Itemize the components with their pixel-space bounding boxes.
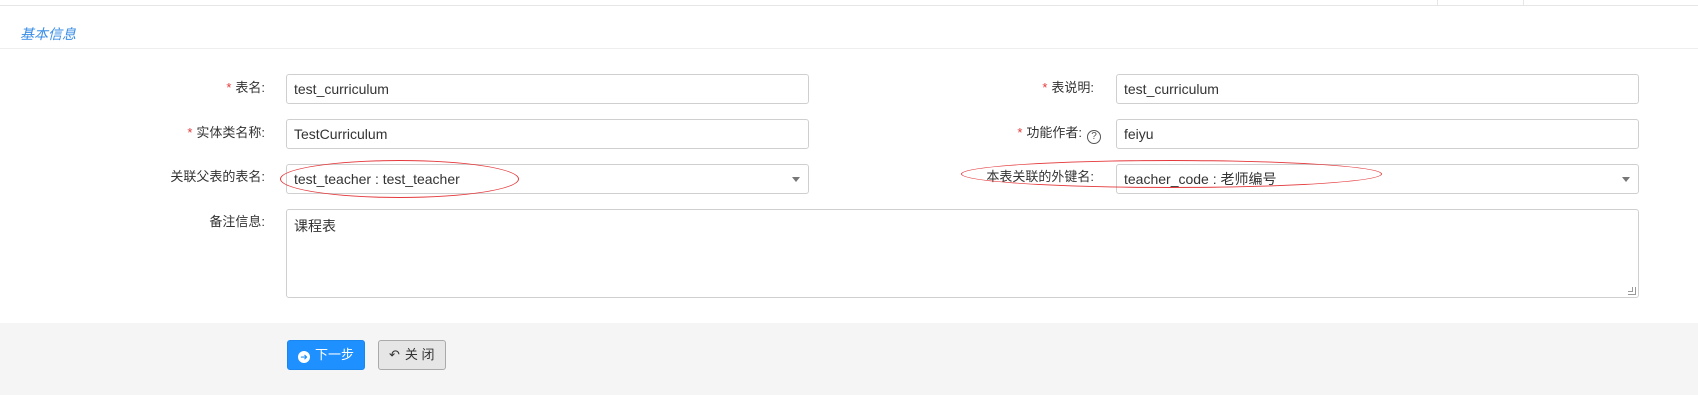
parent-table-selected-value: test_teacher : test_teacher <box>294 171 460 187</box>
author-label: * 功能作者:? <box>871 124 1101 144</box>
resize-grip-icon[interactable] <box>1628 287 1636 295</box>
form-footer: ➜ 下一步 ↶ 关 闭 <box>0 323 1698 395</box>
caret-down-icon <box>792 177 800 182</box>
entity-name-input[interactable]: TestCurriculum <box>286 119 809 149</box>
table-name-label: * 表名: <box>226 80 265 95</box>
close-button[interactable]: ↶ 关 闭 <box>378 340 446 370</box>
table-desc-input[interactable]: test_curriculum <box>1116 74 1639 104</box>
reply-arrow-icon: ↶ <box>389 347 400 362</box>
parent-table-select[interactable]: test_teacher : test_teacher <box>286 164 809 194</box>
close-label: 关 闭 <box>404 347 435 362</box>
remarks-label: 备注信息: <box>209 214 265 229</box>
top-tab-strip <box>0 0 1698 6</box>
parent-table-label: 关联父表的表名: <box>170 169 265 184</box>
table-name-input[interactable]: test_curriculum <box>286 74 809 104</box>
entity-name-label: * 实体类名称: <box>187 125 265 140</box>
remarks-text: 课程表 <box>294 218 336 234</box>
required-marker: * <box>226 80 232 95</box>
author-input[interactable]: feiyu <box>1116 119 1639 149</box>
tab-divider <box>1523 0 1524 6</box>
foreign-key-label: 本表关联的外键名: <box>986 169 1094 184</box>
required-marker: * <box>1042 80 1048 95</box>
remarks-textarea[interactable]: 课程表 <box>286 209 1639 298</box>
table-desc-label: * 表说明: <box>1042 80 1094 95</box>
required-marker: * <box>187 125 193 140</box>
next-step-label: 下一步 <box>315 347 355 362</box>
arrow-circle-right-icon: ➜ <box>298 351 310 363</box>
foreign-key-select[interactable]: teacher_code : 老师编号 <box>1116 164 1639 194</box>
required-marker: * <box>1017 125 1023 140</box>
next-step-button[interactable]: ➜ 下一步 <box>287 340 366 370</box>
caret-down-icon <box>1622 177 1630 182</box>
tab-divider <box>1437 0 1438 6</box>
question-circle-icon[interactable]: ? <box>1087 130 1101 144</box>
foreign-key-selected-value: teacher_code : 老师编号 <box>1124 171 1277 187</box>
section-title: 基本信息 <box>20 26 76 42</box>
section-divider <box>0 48 1698 49</box>
